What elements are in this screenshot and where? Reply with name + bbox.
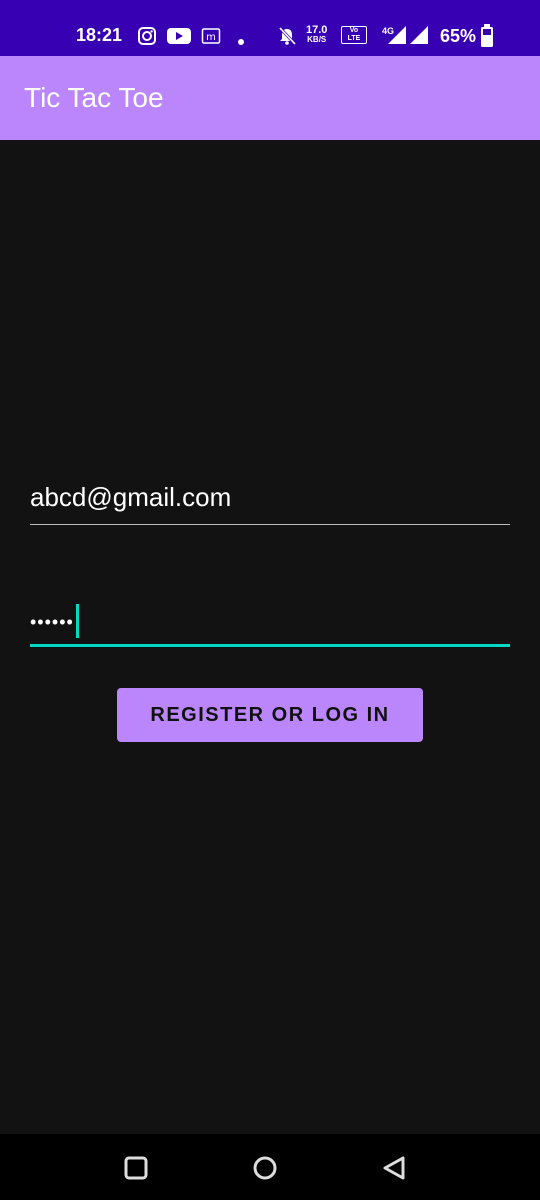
recents-icon[interactable] (122, 1154, 150, 1187)
email-input-value[interactable]: abcd@gmail.com (30, 482, 231, 513)
svg-text:m: m (206, 32, 216, 43)
password-input-value[interactable]: •••••• (30, 604, 79, 640)
battery-icon (480, 24, 494, 53)
signal-icon (386, 24, 434, 51)
dot-icon (237, 33, 245, 51)
password-field[interactable]: •••••• (30, 596, 510, 647)
youtube-icon (166, 26, 192, 51)
instagram-icon (137, 26, 157, 51)
back-icon[interactable] (380, 1154, 408, 1187)
password-dots: •••••• (30, 611, 74, 632)
network-speed: 17.0 KB/S (306, 24, 328, 45)
status-time: 18:21 (76, 25, 123, 45)
mute-bell-icon (277, 26, 297, 51)
email-field[interactable]: abcd@gmail.com (30, 478, 510, 525)
register-login-button[interactable]: REGISTER OR LOG IN (117, 688, 423, 742)
app-title: Tic Tac Toe (24, 82, 164, 113)
volte-badge: Vo LTE (341, 26, 367, 44)
home-icon[interactable] (251, 1154, 279, 1187)
m-app-icon: m (201, 26, 221, 51)
status-bar: 18:21 m 17.0 KB/S Vo LTE 4G 65% (0, 0, 540, 56)
battery-percent: 65% (440, 26, 477, 46)
navigation-bar (0, 1134, 540, 1200)
text-cursor (75, 604, 79, 638)
app-bar: Tic Tac Toe (0, 56, 540, 140)
